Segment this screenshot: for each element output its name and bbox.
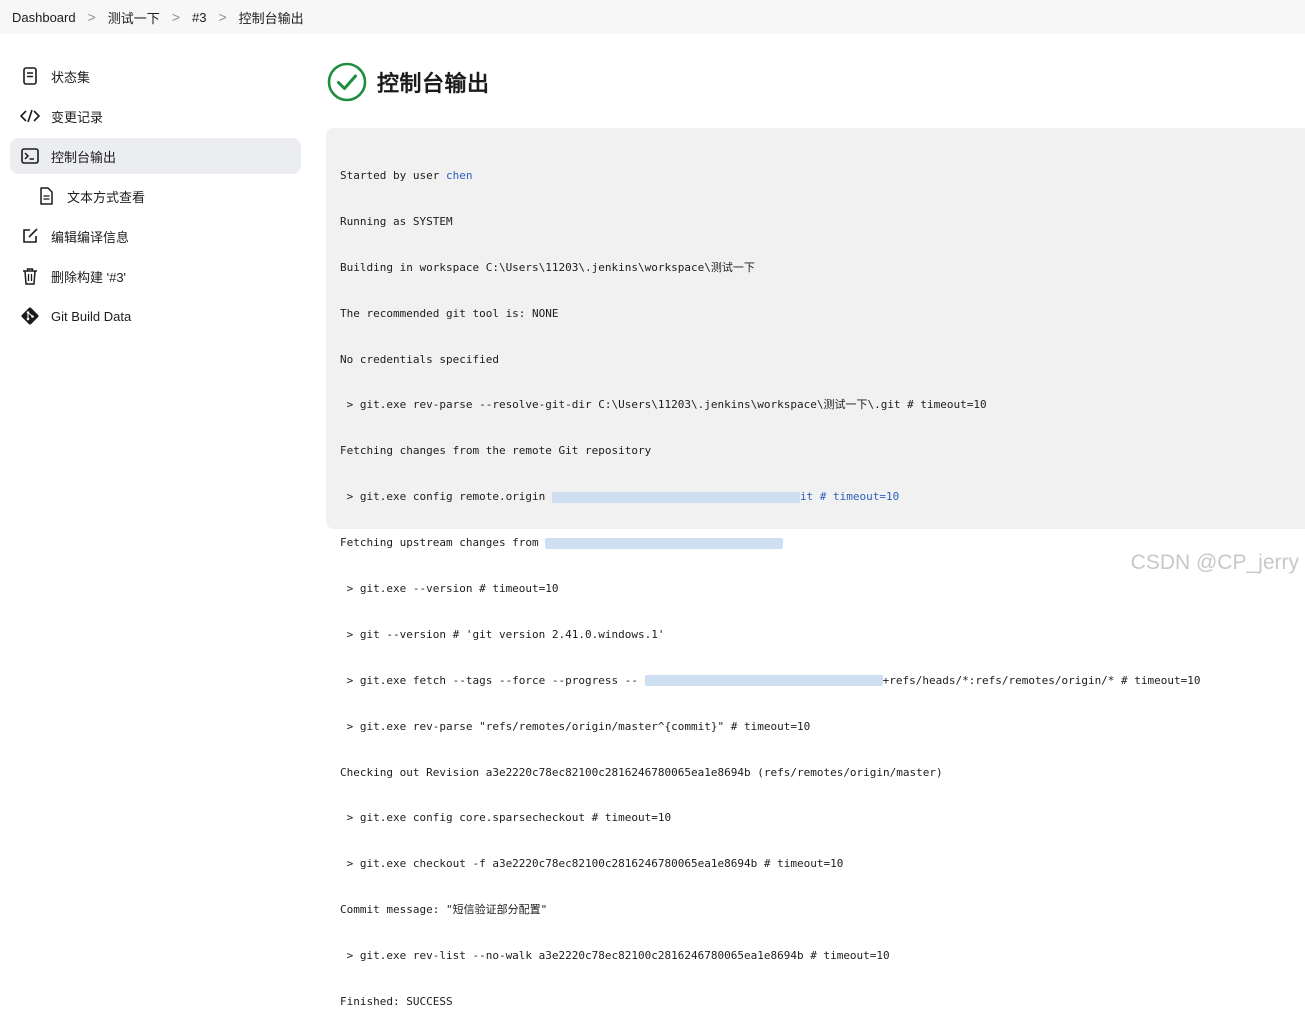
success-check-icon [327, 62, 367, 102]
breadcrumb-build[interactable]: #3 [192, 10, 206, 25]
document-icon [20, 66, 40, 86]
console-line: Building in workspace C:\Users\11203\.je… [340, 260, 755, 274]
sidebar-item-edit-build-info[interactable]: 编辑编译信息 [10, 218, 301, 254]
breadcrumb-separator: > [218, 9, 227, 25]
console-text: Started by user [340, 169, 446, 182]
console-line: Fetching changes from the remote Git rep… [340, 444, 652, 458]
sidebar-item-changes[interactable]: 变更记录 [10, 98, 301, 134]
redacted-url [644, 675, 883, 687]
sidebar-item-label: 变更记录 [51, 109, 104, 125]
console-line: > git.exe config core.sparsecheckout # t… [340, 811, 672, 825]
sidebar-item-status[interactable]: 状态集 [10, 58, 301, 94]
breadcrumb-separator: > [171, 9, 180, 25]
console-line: > git.exe --version # timeout=10 [340, 582, 559, 596]
sidebar: 状态集 变更记录 控制台输出 文本方式查看 编辑编译信息 删除构建 '#3' G… [10, 58, 301, 338]
page-header: 控制台输出 [327, 62, 490, 102]
redacted-url [545, 537, 784, 549]
sidebar-item-label: 编辑编译信息 [51, 229, 130, 245]
code-icon [20, 106, 40, 126]
console-output: Started by user chen Running as SYSTEM B… [326, 128, 1305, 1008]
console-line: Running as SYSTEM [340, 214, 453, 228]
breadcrumb-job[interactable]: 测试一下 [108, 8, 160, 27]
sidebar-item-label: 状态集 [51, 69, 91, 85]
git-icon [20, 306, 40, 326]
sidebar-item-label: 删除构建 '#3' [51, 269, 127, 285]
console-text: > git.exe config remote.origin [340, 490, 546, 504]
breadcrumb-console-output[interactable]: 控制台输出 [239, 8, 304, 27]
sidebar-item-plain-text[interactable]: 文本方式查看 [10, 178, 301, 214]
sidebar-item-delete-build[interactable]: 删除构建 '#3' [10, 258, 301, 294]
breadcrumb-separator: > [87, 9, 96, 25]
console-text: > git.exe fetch --tags --force --progres… [340, 673, 645, 687]
breadcrumb-dashboard[interactable]: Dashboard [12, 10, 76, 25]
console-text: it # timeout=10 [799, 490, 900, 504]
console-line: > git.exe config remote.origin it # time… [340, 487, 1305, 507]
file-text-icon [36, 186, 56, 206]
sidebar-item-label: 控制台输出 [51, 149, 117, 165]
console-text: Fetching upstream changes from [340, 536, 546, 550]
sidebar-item-git-build-data[interactable]: Git Build Data [10, 298, 301, 334]
console-line: No credentials specified [340, 352, 499, 366]
watermark: CSDN @CP_jerry [1130, 551, 1299, 574]
console-line: > git.exe rev-list --no-walk a3e2220c78e… [340, 949, 890, 963]
sidebar-item-console-output[interactable]: 控制台输出 [10, 138, 301, 174]
edit-icon [20, 226, 40, 246]
console-line: Checking out Revision a3e2220c78ec82100c… [340, 765, 943, 779]
user-link[interactable]: chen [446, 169, 473, 182]
redacted-url [551, 491, 800, 503]
console-line: Started by user chen [340, 166, 1305, 186]
console-line: Commit message: "短信验证部分配置" [340, 903, 548, 917]
console-line: > git --version # 'git version 2.41.0.wi… [340, 627, 665, 641]
console-line: Finished: SUCCESS [340, 995, 453, 1009]
page-title: 控制台输出 [377, 71, 490, 96]
console-line: The recommended git tool is: NONE [340, 306, 559, 320]
sidebar-item-label: 文本方式查看 [67, 189, 146, 205]
sidebar-item-label: Git Build Data [51, 308, 132, 324]
console-line: > git.exe rev-parse "refs/remotes/origin… [340, 719, 811, 733]
console-text: +refs/heads/*:refs/remotes/origin/* # ti… [882, 673, 1201, 687]
trash-icon [20, 266, 40, 286]
console-line: > git.exe checkout -f a3e2220c78ec82100c… [340, 857, 844, 871]
console-line: > git.exe fetch --tags --force --progres… [340, 671, 1305, 691]
breadcrumb: Dashboard > 测试一下 > #3 > 控制台输出 [0, 0, 1305, 34]
console-line: > git.exe rev-parse --resolve-git-dir C:… [340, 398, 987, 412]
terminal-icon [20, 146, 40, 166]
